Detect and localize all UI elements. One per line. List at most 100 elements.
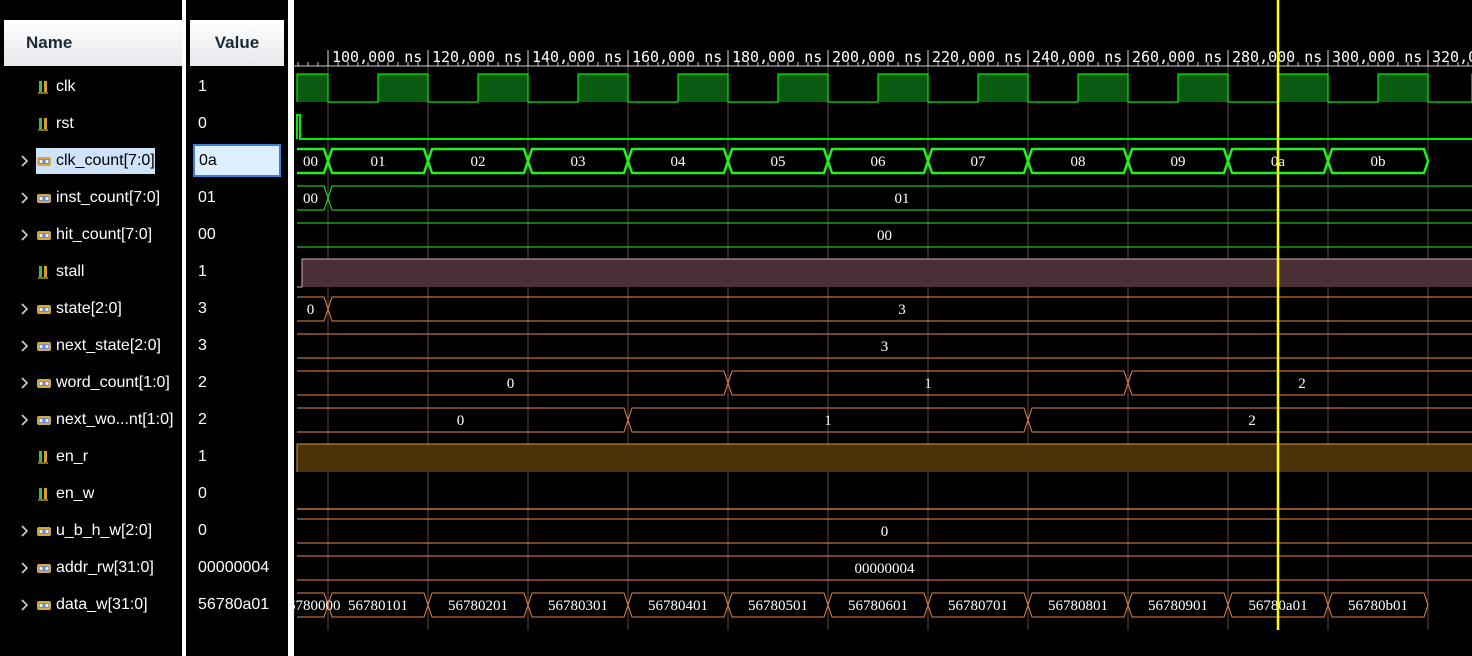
signal-value-row[interactable]: 2 xyxy=(186,401,288,438)
signal-row-u_b_h_w20[interactable]: u_b_h_w[2:0] xyxy=(0,512,182,549)
signal-value: 2 xyxy=(198,410,207,428)
clk-high-fill xyxy=(978,74,1028,102)
en_r-high-fill xyxy=(297,444,1472,472)
signal-name-cell[interactable]: next_state[2:0] xyxy=(36,337,161,355)
signal-row-hit_count70[interactable]: hit_count[7:0] xyxy=(0,216,182,253)
signal-row-en_w[interactable]: en_w xyxy=(0,475,182,512)
signal-row-en_r[interactable]: en_r xyxy=(0,438,182,475)
signal-value-row[interactable]: 0 xyxy=(186,105,288,142)
signal-row-next_wont10[interactable]: next_wo...nt[1:0] xyxy=(0,401,182,438)
bus-value-label: 07 xyxy=(971,154,987,170)
expand-chevron-icon[interactable] xyxy=(0,154,36,167)
signal-name: en_w xyxy=(56,484,95,502)
bus-value-label: 56780501 xyxy=(748,598,808,614)
bus-value-label: 01 xyxy=(895,191,910,207)
bus-value-label: 1 xyxy=(824,413,832,429)
signal-value-row[interactable]: 0 xyxy=(186,512,288,549)
bus-value-label: 56780b01 xyxy=(1348,598,1408,614)
signal-name-cell[interactable]: rst xyxy=(36,115,74,133)
expand-chevron-icon[interactable] xyxy=(0,339,36,352)
wave-clk xyxy=(296,73,1472,103)
signal-name: addr_rw[31:0] xyxy=(56,558,154,576)
signal-name-cell[interactable]: en_r xyxy=(36,448,88,466)
bus-signal-icon xyxy=(36,190,52,206)
expand-chevron-icon[interactable] xyxy=(0,598,36,611)
bit-signal-icon xyxy=(36,449,52,465)
signal-row-addr_rw310[interactable]: addr_rw[31:0] xyxy=(0,549,182,586)
signal-name-cell[interactable]: state[2:0] xyxy=(36,300,122,318)
signal-name: word_count[1:0] xyxy=(56,373,170,391)
signal-name-cell[interactable]: next_wo...nt[1:0] xyxy=(36,411,173,429)
signal-value-row[interactable]: 01 xyxy=(186,179,288,216)
bus-value-label: 02 xyxy=(471,154,486,170)
signal-name-cell[interactable]: en_w xyxy=(36,485,94,503)
ruler-tick-label: 160,000 ns xyxy=(632,48,722,66)
signal-value-row[interactable]: 1 xyxy=(186,68,288,105)
expand-chevron-icon[interactable] xyxy=(0,413,36,426)
signal-value-row[interactable]: 56780a01 xyxy=(186,586,288,623)
value-column-header[interactable]: Value xyxy=(190,20,284,66)
signal-value-row[interactable]: 0a xyxy=(186,142,288,179)
signal-value-row[interactable]: 2 xyxy=(186,364,288,401)
signal-value-row[interactable]: 00 xyxy=(186,216,288,253)
ruler-tick-label: 140,000 ns xyxy=(532,48,622,66)
signal-row-state20[interactable]: state[2:0] xyxy=(0,290,182,327)
signal-name-cell[interactable]: inst_count[7:0] xyxy=(36,189,160,207)
waveform-pane[interactable]: 100,000 ns 120,000 ns 140,000 ns 160,000 ns… xyxy=(294,0,1472,656)
expand-chevron-icon[interactable] xyxy=(0,228,36,241)
bus-value-label: 00 xyxy=(877,228,892,244)
wave-word_count: 0 1 2 xyxy=(297,370,1472,396)
ruler-tick-label: 120,000 ns xyxy=(432,48,522,66)
signal-name-cell[interactable]: word_count[1:0] xyxy=(36,374,170,392)
bus-value-label: 56780901 xyxy=(1148,598,1208,614)
signal-value-row[interactable]: 0 xyxy=(186,475,288,512)
bus-value-label: 56780701 xyxy=(948,598,1008,614)
ruler-tick-label: 180,000 ns xyxy=(732,48,822,66)
bus-value-label: 0b xyxy=(1371,154,1386,170)
expand-chevron-icon[interactable] xyxy=(0,561,36,574)
bus-value-label: 0 xyxy=(881,524,889,540)
wave-next_word_count: 0 1 2 xyxy=(297,407,1472,433)
name-column-header[interactable]: Name xyxy=(4,20,182,66)
signal-name-cell[interactable]: data_w[31:0] xyxy=(36,596,148,614)
signal-value: 00 xyxy=(198,225,216,243)
signal-row-clk[interactable]: clk xyxy=(0,68,182,105)
expand-chevron-icon[interactable] xyxy=(0,524,36,537)
clk-high-fill xyxy=(297,74,328,102)
bus-signal-icon xyxy=(36,227,52,243)
expand-chevron-icon[interactable] xyxy=(0,302,36,315)
waveform-canvas[interactable]: 100,000 ns 120,000 ns 140,000 ns 160,000 ns… xyxy=(294,0,1472,656)
signal-name-cell[interactable]: hit_count[7:0] xyxy=(36,226,152,244)
signal-row-rst[interactable]: rst xyxy=(0,105,182,142)
bit-signal-icon xyxy=(36,264,52,280)
ruler-tick-label: 200,000 ns xyxy=(832,48,922,66)
signal-name-cell[interactable]: addr_rw[31:0] xyxy=(36,559,154,577)
signal-value-row[interactable]: 3 xyxy=(186,327,288,364)
signal-value-row[interactable]: 1 xyxy=(186,253,288,290)
signal-name: inst_count[7:0] xyxy=(56,188,161,206)
signal-name-cell[interactable]: clk xyxy=(36,78,76,96)
bus-value-label: 01 xyxy=(371,154,386,170)
signal-row-stall[interactable]: stall xyxy=(0,253,182,290)
signal-value-row[interactable]: 3 xyxy=(186,290,288,327)
signal-name-cell[interactable]: clk_count[7:0] xyxy=(36,147,155,174)
signal-name-cell[interactable]: stall xyxy=(36,263,84,281)
clk-high-fill xyxy=(678,74,728,102)
rst-trace xyxy=(296,114,1472,140)
signal-value-row[interactable]: 1 xyxy=(186,438,288,475)
bus-value-label: 06 xyxy=(871,154,887,170)
bus-signal-icon xyxy=(36,338,52,354)
signal-row-next_state20[interactable]: next_state[2:0] xyxy=(0,327,182,364)
signal-row-inst_count70[interactable]: inst_count[7:0] xyxy=(0,179,182,216)
bit-signal-icon xyxy=(36,79,52,95)
expand-chevron-icon[interactable] xyxy=(0,376,36,389)
signal-row-clk_count70[interactable]: clk_count[7:0] xyxy=(0,142,182,179)
signal-value: 56780a01 xyxy=(198,595,270,613)
bus-value-label: 03 xyxy=(571,154,586,170)
signal-name-cell[interactable]: u_b_h_w[2:0] xyxy=(36,522,152,540)
expand-chevron-icon[interactable] xyxy=(0,191,36,204)
signal-value-row[interactable]: 00000004 xyxy=(186,549,288,586)
wave-state: 03 xyxy=(297,296,1472,322)
signal-row-word_count10[interactable]: word_count[1:0] xyxy=(0,364,182,401)
signal-row-data_w310[interactable]: data_w[31:0] xyxy=(0,586,182,623)
